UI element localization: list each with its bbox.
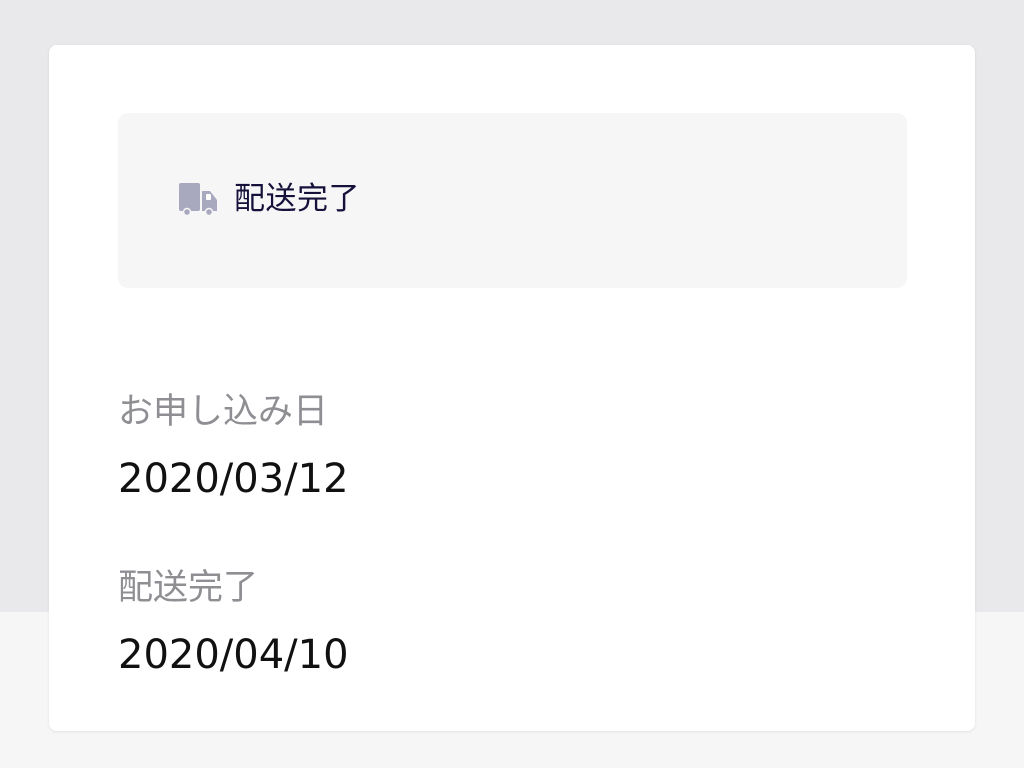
delivery-complete-date-value: 2020/04/10 <box>118 632 349 678</box>
delivery-status-panel: 配送完了 <box>118 113 907 288</box>
application-date-label: お申し込み日 <box>118 392 329 432</box>
delivery-complete-date-label: 配送完了 <box>118 568 259 608</box>
truck-icon <box>178 181 218 217</box>
application-date-value: 2020/03/12 <box>118 456 349 502</box>
order-status-card: 配送完了 お申し込み日 2020/03/12 配送完了 2020/04/10 <box>49 45 975 731</box>
delivery-status: 配送完了 <box>178 177 360 221</box>
delivery-status-label: 配送完了 <box>234 180 360 217</box>
